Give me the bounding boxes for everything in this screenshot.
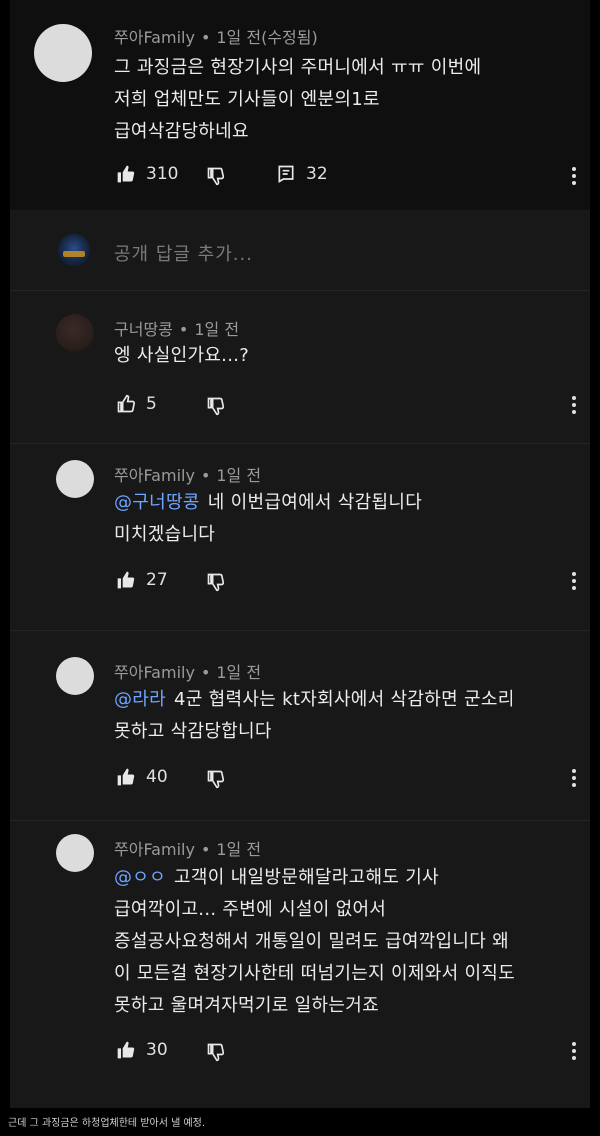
like-button[interactable]: 40 <box>116 767 168 787</box>
divider <box>10 820 590 821</box>
dislike-button[interactable] <box>206 166 226 186</box>
thumbs-up-filled-icon <box>117 1041 135 1059</box>
thumbs-down-icon <box>207 167 225 186</box>
comment-line: 이 모든걸 현장기사한테 떠넘기는지 이제와서 이직도 <box>114 963 516 984</box>
comment-text: 엥 사실인가요...? <box>114 340 249 372</box>
mention-link[interactable]: @구너땅콩 <box>114 492 200 513</box>
user-avatar <box>58 234 90 266</box>
dislike-button[interactable] <box>206 572 226 592</box>
like-button[interactable]: 30 <box>116 1040 168 1060</box>
dislike-button[interactable] <box>206 1042 226 1062</box>
comment-time: 1일 전 <box>216 466 262 485</box>
comment-meta: 쭈아Family • 1일 전 <box>114 466 262 485</box>
reply-count: 32 <box>306 164 328 184</box>
mention-link[interactable]: @ㅇㅇ <box>114 867 166 888</box>
like-count: 310 <box>146 164 179 184</box>
reply-input[interactable]: 공개 답글 추가... <box>114 240 253 266</box>
comment-author[interactable]: 쭈아Family <box>114 466 195 485</box>
comment-meta: 쭈아Family • 1일 전 <box>114 663 262 682</box>
comment-text: 그 과징금은 현장기사의 주머니에서 ㅠㅠ 이번에 저희 업체만도 기사들이 엔… <box>114 52 481 148</box>
thumbs-down-icon <box>207 770 225 789</box>
comment-line: 급여깍이고... 주변에 시설이 없어서 <box>114 899 387 920</box>
comment-line: 엥 사실인가요...? <box>114 345 250 366</box>
avatar[interactable] <box>56 314 94 352</box>
more-options-icon[interactable] <box>564 570 584 592</box>
avatar[interactable] <box>56 460 94 498</box>
like-count: 5 <box>146 394 157 414</box>
comment-text: @ㅇㅇ 고객이 내일방문해달라고해도 기사 급여깍이고... 주변에 시설이 없어… <box>114 862 515 1022</box>
like-count: 30 <box>146 1040 168 1060</box>
comment-line: 저희 업체만도 기사들이 엔분의1로 <box>114 89 380 110</box>
divider <box>10 443 590 444</box>
comment-line: 못하고 삭감당합니다 <box>114 721 272 742</box>
comment-line: 증설공사요청해서 개통일이 밀려도 급여깍입니다 왜 <box>114 931 510 952</box>
comment-line: 급여삭감당하네요 <box>114 121 249 142</box>
comment-time: 1일 전(수정됨) <box>216 28 318 47</box>
comment-author[interactable]: 구너땅콩 <box>114 320 173 339</box>
comment-author[interactable]: 쭈아Family <box>114 28 195 47</box>
comment-icon <box>278 165 294 183</box>
comment-time: 1일 전 <box>216 663 262 682</box>
like-count: 27 <box>146 570 168 590</box>
divider <box>10 290 590 291</box>
more-options-icon[interactable] <box>564 394 584 416</box>
divider <box>10 630 590 631</box>
comment-line: 그 과징금은 현장기사의 주머니에서 ㅠㅠ 이번에 <box>114 57 482 78</box>
comment-line: 네 이번급여에서 삭감됩니다 <box>207 492 423 513</box>
like-count: 40 <box>146 767 168 787</box>
thumbs-up-icon <box>117 394 136 413</box>
thumbs-up-filled-icon <box>117 571 135 589</box>
comment-line: 고객이 내일방문해달라고해도 기사 <box>174 867 439 888</box>
thumbs-up-filled-icon <box>117 768 135 786</box>
thumbs-down-icon <box>207 397 225 416</box>
comment-meta: 쭈아Family • 1일 전 <box>114 840 262 859</box>
dislike-button[interactable] <box>206 396 226 416</box>
more-options-icon[interactable] <box>564 767 584 789</box>
caption-text: 근데 그 과징금은 하청업체한테 받아서 낼 예정. <box>8 1118 206 1129</box>
like-button[interactable]: 27 <box>116 570 168 590</box>
comment-text: @라라 4군 협력사는 kt자회사에서 삭감하면 군소리 못하고 삭감당합니다 <box>114 684 515 748</box>
like-button[interactable]: 310 <box>116 164 178 184</box>
thumbs-up-filled-icon <box>117 165 135 183</box>
comment-time: 1일 전 <box>194 320 240 339</box>
more-options-icon[interactable] <box>564 165 584 187</box>
thumbs-down-icon <box>207 573 225 592</box>
like-button[interactable]: 5 <box>116 394 157 414</box>
comment-line: 못하고 울며겨자먹기로 일하는거죠 <box>114 995 379 1016</box>
dislike-button[interactable] <box>206 769 226 789</box>
mention-link[interactable]: @라라 <box>114 689 166 710</box>
comment-author[interactable]: 쭈아Family <box>114 663 195 682</box>
comment-meta: 쭈아Family • 1일 전(수정됨) <box>114 28 318 47</box>
avatar[interactable] <box>34 24 92 82</box>
replies-button[interactable]: 32 <box>276 164 328 184</box>
more-options-icon[interactable] <box>564 1040 584 1062</box>
comment-line: 미치겠습니다 <box>114 524 216 545</box>
comment-meta: 구너땅콩 • 1일 전 <box>114 320 240 339</box>
avatar[interactable] <box>56 834 94 872</box>
comment-text: @구너땅콩 네 이번급여에서 삭감됩니다 미치겠습니다 <box>114 487 422 551</box>
thumbs-down-icon <box>207 1043 225 1062</box>
comment-time: 1일 전 <box>216 840 262 859</box>
avatar[interactable] <box>56 657 94 695</box>
comment-author[interactable]: 쭈아Family <box>114 840 195 859</box>
comment-line: 4군 협력사는 kt자회사에서 삭감하면 군소리 <box>174 689 515 710</box>
